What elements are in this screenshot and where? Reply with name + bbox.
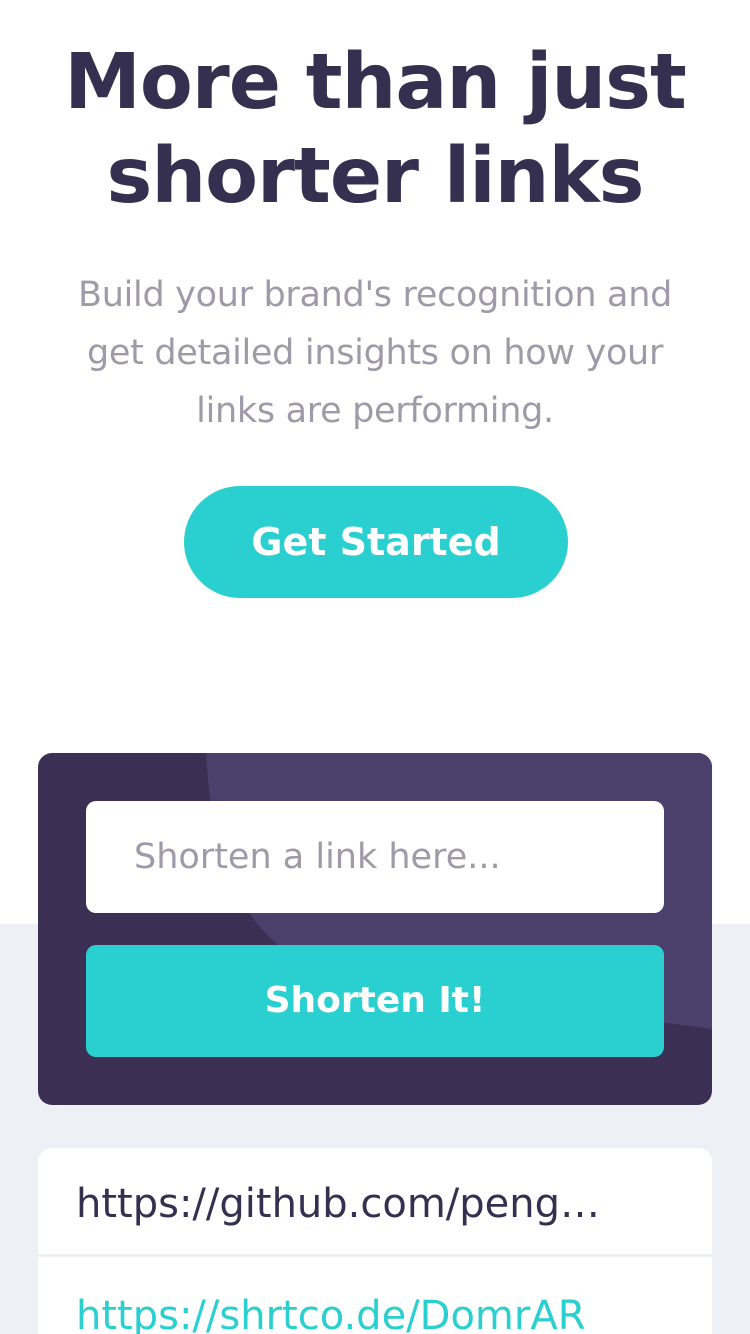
link-input[interactable] [86,801,664,913]
shorten-button[interactable]: Shorten It! [86,945,664,1057]
landing-page: More than just shorter links Build your … [0,0,750,1334]
get-started-button[interactable]: Get Started [184,486,568,598]
hero-subtitle-line: get detailed insights on how your [86,333,664,373]
original-url: https://github.com/peng… [76,1181,601,1227]
hero-subtitle: Build your brand's recognition and get d… [30,266,720,440]
hero-subtitle-line: Build your brand's recognition and [78,275,672,315]
shorten-form-card: Shorten It! [38,753,712,1105]
hero-title: More than just shorter links [0,36,750,224]
hero-subtitle-line: links are performing. [196,391,554,431]
hero-title-line: shorter links [106,132,645,221]
result-card: https://github.com/peng… https://shrtco.… [38,1148,712,1334]
result-divider [38,1254,712,1257]
hero-title-line: More than just [64,38,687,127]
short-url-link[interactable]: https://shrtco.de/DomrAR [76,1288,676,1334]
